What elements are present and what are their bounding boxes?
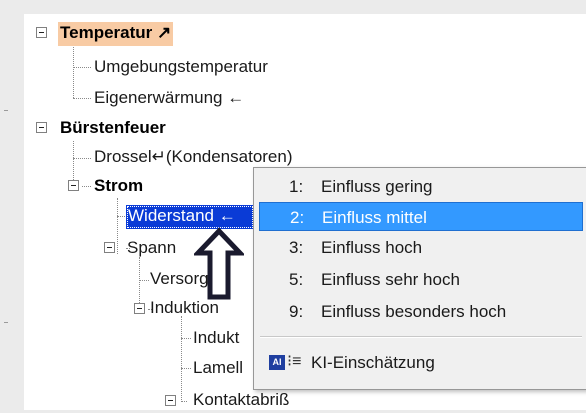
menu-item-einfluss-gering[interactable]: 1: Einfluss gering <box>259 172 583 201</box>
edge-tick <box>4 110 8 111</box>
collapse-toggle-icon[interactable] <box>36 27 47 38</box>
tree-node-temperatur[interactable]: Temperatur ↗ <box>58 22 174 46</box>
menu-item-ki-einschaetzung[interactable]: AI ⁝≡ KI-Einschätzung <box>259 348 583 377</box>
collapse-toggle-icon[interactable] <box>165 395 176 406</box>
tree-node-eigenerwaermung[interactable]: Eigenerwärmung ← <box>92 87 246 111</box>
tree-node-lamelle[interactable]: Lamell <box>191 357 245 381</box>
menu-item-einfluss-mittel[interactable]: 2: Einfluss mittel <box>259 202 583 231</box>
collapse-toggle-icon[interactable] <box>104 242 115 253</box>
up-arrow-annotation-icon <box>194 227 244 300</box>
menu-item-number: 3: <box>289 238 304 257</box>
tree-node-buerstenfeuer[interactable]: Bürstenfeuer <box>58 117 168 141</box>
menu-item-label: Einfluss sehr hoch <box>321 270 460 289</box>
tree-node-umgebungstemperatur[interactable]: Umgebungstemperatur <box>92 56 270 80</box>
menu-separator <box>260 336 582 338</box>
context-menu: 1: Einfluss gering 2: Einfluss mittel 3:… <box>253 167 586 390</box>
menu-item-number: 1: <box>289 177 304 196</box>
menu-item-einfluss-besonders-hoch[interactable]: 9: Einfluss besonders hoch <box>259 297 583 326</box>
ai-assessment-icon: AI <box>269 355 285 370</box>
menu-item-label: Einfluss hoch <box>321 238 423 257</box>
menu-item-label: Einfluss mittel <box>322 208 427 227</box>
menu-item-number: 2: <box>290 208 305 227</box>
tree-node-widerstand[interactable]: Widerstand ← <box>126 205 254 229</box>
menu-item-number: 5: <box>289 270 304 289</box>
menu-item-number: 9: <box>289 302 304 321</box>
menu-item-label: Einfluss besonders hoch <box>321 302 507 321</box>
tree-node-induktivitaet[interactable]: Indukt <box>191 327 241 351</box>
collapse-toggle-icon[interactable] <box>68 180 79 191</box>
tree-node-strom[interactable]: Strom <box>92 175 145 199</box>
menu-item-label: Einfluss gering <box>321 177 433 196</box>
ai-assessment-icon: ⁝≡ <box>287 353 302 370</box>
tree-node-kontaktabriss[interactable]: Kontaktabriß <box>191 389 291 413</box>
menu-item-einfluss-sehr-hoch[interactable]: 5: Einfluss sehr hoch <box>259 265 583 294</box>
collapse-toggle-icon[interactable] <box>134 303 145 314</box>
edge-tick <box>4 322 8 323</box>
tree-node-spannung[interactable]: Spann <box>125 237 178 261</box>
menu-item-label: KI-Einschätzung <box>311 353 435 372</box>
collapse-toggle-icon[interactable] <box>36 122 47 133</box>
menu-item-einfluss-hoch[interactable]: 3: Einfluss hoch <box>259 233 583 262</box>
